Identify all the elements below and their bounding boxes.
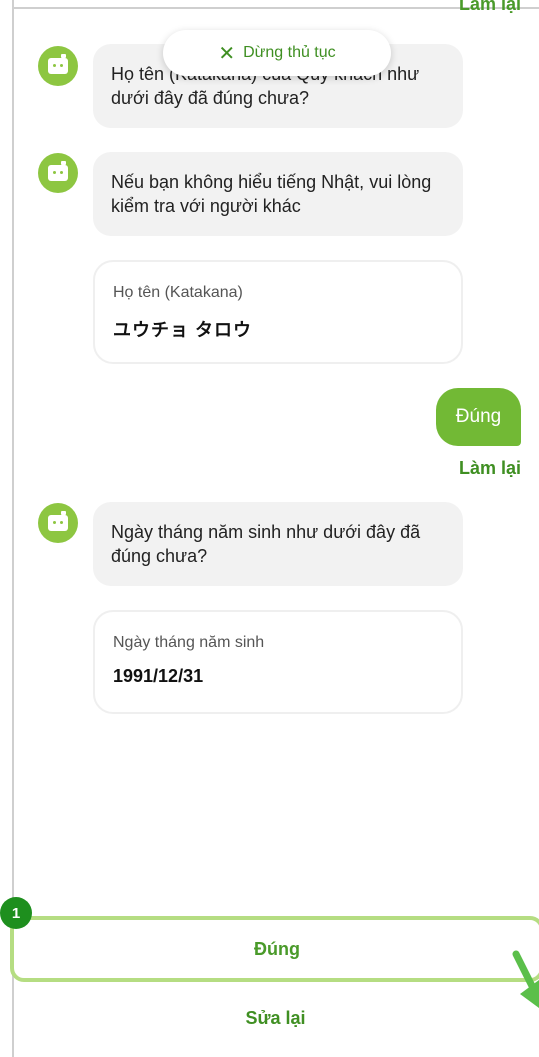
user-reply-bubble: Đúng bbox=[436, 388, 521, 446]
arrow-pointer-icon bbox=[512, 950, 539, 1008]
fix-button[interactable]: Sửa lại bbox=[12, 995, 539, 1041]
step-badge: 1 bbox=[0, 897, 32, 929]
card-value: 1991/12/31 bbox=[113, 666, 204, 686]
redo-link[interactable]: Làm lại bbox=[459, 458, 521, 479]
bot-message: Ngày tháng năm sinh như dưới đây đã đúng… bbox=[93, 502, 463, 586]
card-value: ユウチョ タロウ bbox=[113, 320, 253, 340]
bot-message-text: Ngày tháng năm sinh như dưới đây đã đúng… bbox=[111, 522, 421, 566]
bot-avatar-icon bbox=[38, 46, 78, 86]
stop-procedure-label: Dừng thủ tục bbox=[243, 44, 336, 61]
fix-button-label: Sửa lại bbox=[245, 1007, 306, 1028]
redo-link-top[interactable]: Làm lại bbox=[459, 0, 521, 18]
yes-button[interactable]: Đúng bbox=[10, 916, 539, 982]
card-label: Ngày tháng năm sinh bbox=[113, 634, 265, 651]
bot-avatar-icon bbox=[38, 153, 78, 193]
stop-procedure-button[interactable]: ✕ Dừng thủ tục bbox=[163, 30, 391, 76]
yes-button-label: Đúng bbox=[254, 938, 300, 959]
bot-message-text: Nếu bạn không hiểu tiếng Nhật, vui lòng … bbox=[111, 172, 432, 216]
close-icon: ✕ bbox=[218, 42, 236, 65]
bot-avatar-icon bbox=[38, 503, 78, 543]
user-reply-text: Đúng bbox=[455, 406, 502, 427]
katakana-name-card: Họ tên (Katakana) ユウチョ タロウ bbox=[93, 260, 463, 364]
birthdate-card: Ngày tháng năm sinh 1991/12/31 bbox=[93, 610, 463, 714]
bot-message: Nếu bạn không hiểu tiếng Nhật, vui lòng … bbox=[93, 152, 463, 236]
card-label: Họ tên (Katakana) bbox=[113, 284, 243, 301]
